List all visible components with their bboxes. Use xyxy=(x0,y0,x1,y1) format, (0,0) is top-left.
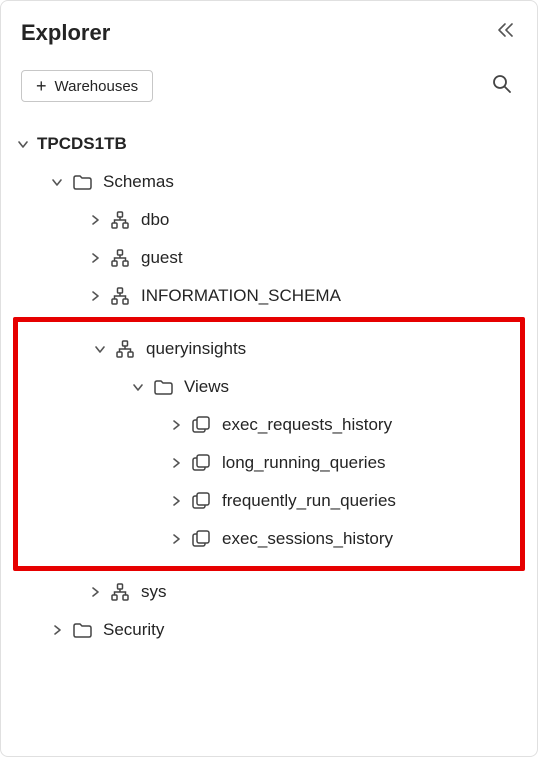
views-folder-label: Views xyxy=(184,377,229,397)
chevron-down-icon xyxy=(90,339,110,359)
collapse-panel-button[interactable] xyxy=(493,19,517,47)
chevron-right-icon xyxy=(85,210,105,230)
add-warehouses-button[interactable]: + Warehouses xyxy=(21,70,153,102)
explorer-toolbar: + Warehouses xyxy=(1,59,537,121)
explorer-tree: TPCDS1TB Schemas dbo guest I xyxy=(1,121,537,657)
chevron-right-icon xyxy=(85,582,105,602)
explorer-panel: Explorer + Warehouses TPCDS1TB Schemas xyxy=(1,1,537,657)
view-label: exec_requests_history xyxy=(222,415,392,435)
security-folder-label: Security xyxy=(103,620,164,640)
view-icon xyxy=(190,490,212,512)
schema-icon xyxy=(109,285,131,307)
schema-icon xyxy=(109,209,131,231)
tree-node-security-folder[interactable]: Security xyxy=(9,611,529,649)
highlight-box: queryinsights Views exec_requests_histor… xyxy=(13,317,525,571)
tree-node-view-frequently-run-queries[interactable]: frequently_run_queries xyxy=(18,482,520,520)
chevron-right-icon xyxy=(166,529,186,549)
schema-icon xyxy=(109,247,131,269)
database-label: TPCDS1TB xyxy=(37,134,127,154)
tree-node-schema-queryinsights[interactable]: queryinsights xyxy=(18,330,520,368)
search-icon xyxy=(491,73,513,95)
chevron-down-icon xyxy=(128,377,148,397)
tree-node-schema-dbo[interactable]: dbo xyxy=(9,201,529,239)
schema-label: dbo xyxy=(141,210,169,230)
chevron-right-icon xyxy=(47,620,67,640)
schema-label: sys xyxy=(141,582,167,602)
schema-icon xyxy=(109,581,131,603)
search-button[interactable] xyxy=(487,69,517,103)
tree-node-schema-sys[interactable]: sys xyxy=(9,573,529,611)
view-label: frequently_run_queries xyxy=(222,491,396,511)
warehouses-button-label: Warehouses xyxy=(55,78,139,95)
tree-node-view-exec-requests-history[interactable]: exec_requests_history xyxy=(18,406,520,444)
schema-label: guest xyxy=(141,248,183,268)
folder-icon xyxy=(71,171,93,193)
view-icon xyxy=(190,528,212,550)
chevron-right-icon xyxy=(166,491,186,511)
tree-node-schema-guest[interactable]: guest xyxy=(9,239,529,277)
view-icon xyxy=(190,452,212,474)
tree-node-view-long-running-queries[interactable]: long_running_queries xyxy=(18,444,520,482)
schema-label: queryinsights xyxy=(146,339,246,359)
schema-icon xyxy=(114,338,136,360)
chevron-down-icon xyxy=(47,172,67,192)
chevron-right-icon xyxy=(85,286,105,306)
folder-icon xyxy=(152,376,174,398)
chevron-right-icon xyxy=(85,248,105,268)
folder-icon xyxy=(71,619,93,641)
chevron-down-icon xyxy=(13,134,33,154)
tree-node-schema-information-schema[interactable]: INFORMATION_SCHEMA xyxy=(9,277,529,315)
plus-icon: + xyxy=(36,77,47,95)
tree-node-views-folder[interactable]: Views xyxy=(18,368,520,406)
chevron-right-icon xyxy=(166,453,186,473)
tree-node-schemas-folder[interactable]: Schemas xyxy=(9,163,529,201)
chevron-right-icon xyxy=(166,415,186,435)
schemas-folder-label: Schemas xyxy=(103,172,174,192)
explorer-title: Explorer xyxy=(21,20,110,46)
view-icon xyxy=(190,414,212,436)
view-label: exec_sessions_history xyxy=(222,529,393,549)
tree-node-view-exec-sessions-history[interactable]: exec_sessions_history xyxy=(18,520,520,558)
view-label: long_running_queries xyxy=(222,453,386,473)
schema-label: INFORMATION_SCHEMA xyxy=(141,286,341,306)
explorer-header: Explorer xyxy=(1,1,537,59)
tree-node-database[interactable]: TPCDS1TB xyxy=(9,125,529,163)
